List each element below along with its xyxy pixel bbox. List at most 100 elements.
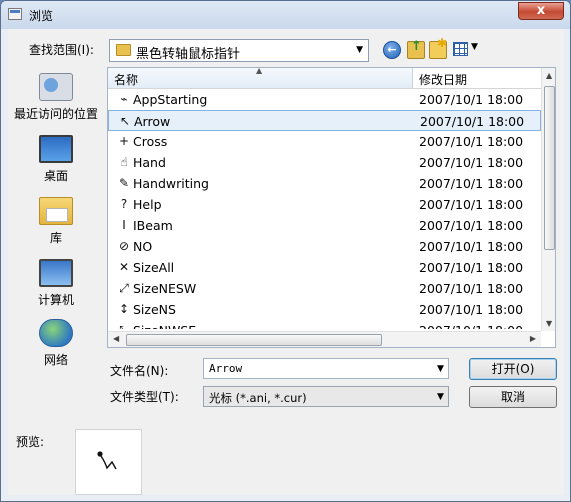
vertical-scrollbar[interactable]: ▲ ▼ <box>541 68 555 331</box>
file-name: NO <box>133 239 153 254</box>
scroll-thumb[interactable] <box>126 334 382 346</box>
file-name: Cross <box>133 134 168 149</box>
column-header-name[interactable]: ▲ 名称 <box>108 68 413 88</box>
open-button[interactable]: 打开(O) <box>469 358 557 380</box>
file-name: Handwriting <box>133 176 209 191</box>
file-name: AppStarting <box>133 92 208 107</box>
file-row[interactable]: ⌁ AppStarting 2007/10/1 18:00 <box>108 89 541 110</box>
file-date: 2007/10/1 18:00 <box>419 197 524 212</box>
scroll-thumb[interactable] <box>544 86 555 250</box>
file-date: 2007/10/1 18:00 <box>419 155 524 170</box>
file-date: 2007/10/1 18:00 <box>419 281 524 296</box>
list-header: ▲ 名称 修改日期 <box>108 68 541 89</box>
cancel-button[interactable]: 取消 <box>469 386 557 408</box>
cursor-file-icon: ⤢ <box>119 281 129 295</box>
file-name: IBeam <box>133 218 173 233</box>
browse-dialog: 浏览 x 查找范围(I): 黑色转轴鼠标指针 ▼ ← ▼ 最近访问的位置 桌面 … <box>0 0 571 502</box>
file-row[interactable]: ✕ SizeAll 2007/10/1 18:00 <box>108 257 541 278</box>
scroll-down-icon[interactable]: ▼ <box>546 319 552 328</box>
cursor-file-icon: ✎ <box>118 176 130 190</box>
cursor-file-icon: ↕ <box>118 302 130 316</box>
recent-places-icon <box>39 73 73 101</box>
computer-icon <box>39 259 73 287</box>
chevron-down-icon: ▼ <box>356 45 363 55</box>
back-button[interactable]: ← <box>383 41 401 59</box>
place-desktop[interactable]: 桌面 <box>9 135 103 184</box>
file-date: 2007/10/1 18:00 <box>419 260 524 275</box>
up-folder-button[interactable] <box>407 39 425 59</box>
filetype-label: 文件类型(T): <box>110 390 179 404</box>
view-grid-icon <box>453 42 468 56</box>
filename-label: 文件名(N): <box>110 364 169 378</box>
file-row[interactable]: ↕ SizeNS 2007/10/1 18:00 <box>108 299 541 320</box>
file-name: SizeNWSE <box>133 323 196 329</box>
file-row[interactable]: ⤡SizeNWSE 2007/10/1 18:00 <box>108 320 541 329</box>
column-header-date[interactable]: 修改日期 <box>413 68 541 88</box>
place-label: 网络 <box>43 353 68 367</box>
back-arrow-icon: ← <box>387 43 397 56</box>
filename-input[interactable]: Arrow <box>203 358 449 379</box>
place-label: 计算机 <box>37 293 74 307</box>
libraries-icon <box>39 197 73 225</box>
view-menu-button[interactable]: ▼ <box>453 41 479 59</box>
column-date-label: 修改日期 <box>419 73 468 87</box>
file-date: 2007/10/1 18:00 <box>419 176 524 191</box>
filetype-dropdown[interactable]: 光标 (*.ani, *.cur) <box>203 386 449 407</box>
place-label: 最近访问的位置 <box>13 107 98 121</box>
cursor-file-icon: ⤡ <box>117 324 131 330</box>
file-name: SizeNS <box>133 302 176 317</box>
lookin-value: 黑色转轴鼠标指针 <box>136 47 241 62</box>
file-row[interactable]: + Cross 2007/10/1 18:00 <box>108 131 541 152</box>
file-name: Hand <box>133 155 166 170</box>
file-row[interactable]: ✎ Handwriting 2007/10/1 18:00 <box>108 173 541 194</box>
lookin-dropdown[interactable]: 黑色转轴鼠标指针 ▼ <box>109 39 369 62</box>
file-list[interactable]: ▲ 名称 修改日期 ⌁ AppStarting 2007/10/1 18:00 ↖ Ar… <box>107 67 556 348</box>
cursor-file-icon: ⌁ <box>120 92 128 106</box>
file-date: 2007/10/1 18:00 <box>419 92 524 107</box>
new-folder-button[interactable] <box>429 36 447 59</box>
file-row[interactable]: ⊘ NO 2007/10/1 18:00 <box>108 236 541 257</box>
desktop-icon <box>39 135 73 163</box>
chevron-down-icon[interactable]: ▼ <box>437 364 444 374</box>
network-icon <box>39 319 73 347</box>
close-button[interactable]: x <box>518 2 564 20</box>
file-row[interactable]: I IBeam 2007/10/1 18:00 <box>108 215 541 236</box>
file-row[interactable]: ↖ Arrow 2007/10/1 18:00 <box>108 110 541 131</box>
preview-label: 预览: <box>16 435 45 449</box>
place-label: 桌面 <box>43 169 68 183</box>
file-row[interactable]: ☝ Hand 2007/10/1 18:00 <box>108 152 541 173</box>
folder-icon <box>116 44 131 56</box>
scroll-up-icon[interactable]: ▲ <box>546 71 552 80</box>
file-date: 2007/10/1 18:00 <box>419 323 523 329</box>
cursor-file-icon: + <box>118 134 130 148</box>
file-name: Arrow <box>134 114 171 129</box>
cursor-file-icon: ? <box>120 197 128 211</box>
file-date: 2007/10/1 18:00 <box>419 239 524 254</box>
column-name-label: 名称 <box>114 73 139 87</box>
chevron-down-icon: ▼ <box>471 42 478 52</box>
file-date: 2007/10/1 18:00 <box>419 218 524 233</box>
title-bar[interactable]: 浏览 x <box>1 1 570 29</box>
cursor-preview-icon <box>97 451 117 470</box>
chevron-down-icon[interactable]: ▼ <box>437 392 444 402</box>
lookin-label: 查找范围(I): <box>29 43 94 57</box>
window-title: 浏览 <box>29 9 54 23</box>
place-libraries[interactable]: 库 <box>9 197 103 246</box>
file-row[interactable]: ? Help 2007/10/1 18:00 <box>108 194 541 215</box>
place-computer[interactable]: 计算机 <box>9 259 103 308</box>
file-row[interactable]: ⤢ SizeNESW 2007/10/1 18:00 <box>108 278 541 299</box>
file-date: 2007/10/1 18:00 <box>420 114 525 129</box>
place-network[interactable]: 网络 <box>9 319 103 368</box>
scroll-right-icon[interactable]: ▶ <box>530 334 536 343</box>
file-date: 2007/10/1 18:00 <box>419 134 524 149</box>
scroll-left-icon[interactable]: ◀ <box>113 334 119 343</box>
place-label: 库 <box>49 231 62 245</box>
cursor-file-icon: ↖ <box>119 114 131 128</box>
cursor-file-icon: ⊘ <box>118 239 130 253</box>
horizontal-scrollbar[interactable]: ◀ ▶ <box>108 331 541 347</box>
cursor-file-icon: ✕ <box>118 260 130 274</box>
place-recent[interactable]: 最近访问的位置 <box>9 73 103 122</box>
file-date: 2007/10/1 18:00 <box>419 302 524 317</box>
window-icon <box>8 8 22 20</box>
preview-pane <box>75 429 142 495</box>
